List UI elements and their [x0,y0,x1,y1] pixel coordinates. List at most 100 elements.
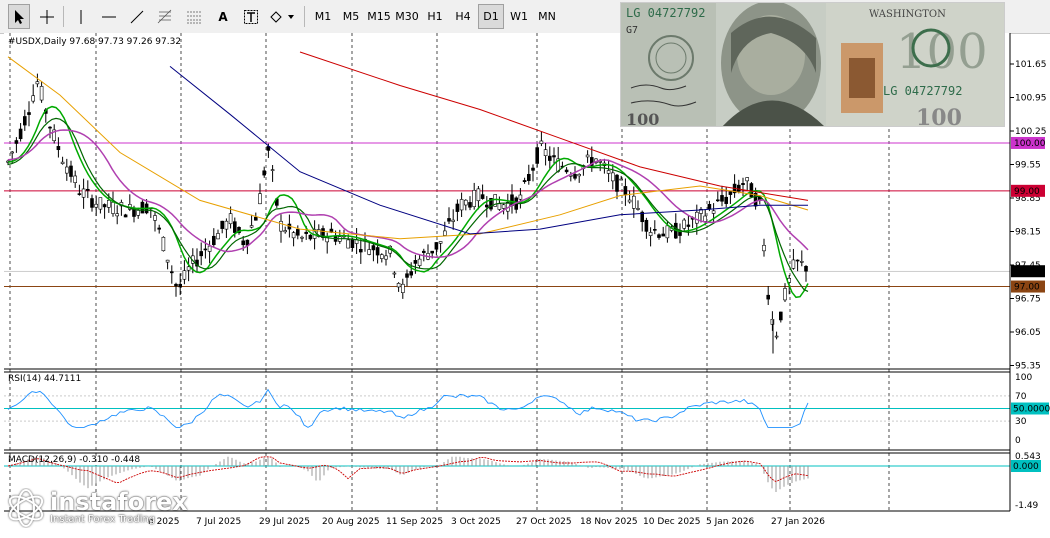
candle-body [212,235,216,246]
vertical-line-icon [80,9,82,24]
candle-body [421,250,426,253]
price-axis-label: 95.35 [1015,362,1041,372]
timeframe-w1-button[interactable]: W1 [506,4,532,29]
text-label-button[interactable] [240,4,262,29]
price-axis-label: 98.15 [1015,228,1041,238]
candle-body [791,259,796,269]
candle-body [501,204,506,209]
candle-body [686,224,691,227]
timeframe-m30-button[interactable]: M30 [394,4,420,29]
candle-body [81,188,86,198]
shapes-dropdown-button[interactable] [268,4,298,29]
price-label-99.00: 99.00 [1014,187,1040,197]
crosshair-tool-button[interactable] [36,4,58,29]
candle-body [577,174,582,177]
candle-body [682,219,687,229]
candle-body [459,199,464,211]
fibonacci-button[interactable] [154,4,176,29]
candle-body [400,283,405,293]
candle-body [279,220,283,232]
horizontal-line-button[interactable] [98,4,120,29]
candle-body [161,236,166,252]
candle-body [615,174,619,192]
date-axis-label: 29 Jul 2025 [259,517,310,527]
candle-body [661,233,666,237]
candle-body [783,288,787,301]
candle-body [518,194,523,200]
candle-body [652,229,657,231]
price-axis-label: 100.95 [1015,94,1047,104]
price-label-100.00: 100.00 [1014,139,1046,149]
candle-body [766,294,771,300]
cursor-tool-button[interactable] [8,4,30,29]
candle-body [291,232,296,239]
candle-body [623,186,628,196]
candle-body [455,203,460,212]
candle-body [644,219,649,232]
candle-body [56,146,61,151]
candle-body [254,216,258,221]
vertical-line-button[interactable] [70,4,92,29]
candle-body [392,272,397,275]
candle-body [736,184,741,192]
candle-body [531,167,535,171]
date-axis-label: 27 Jan 2026 [771,517,825,527]
price-axis-label: 99.55 [1015,161,1041,171]
candle-body [598,161,603,163]
candle-body [14,140,19,144]
candle-body [728,191,733,195]
instaforex-logo-icon [8,489,44,527]
candle-body [543,149,548,157]
price-label-97.00: 97.00 [1014,283,1040,293]
candle-body [463,199,468,206]
price-axis-label: 96.75 [1015,295,1041,305]
timeframe-h1-button[interactable]: H1 [422,4,448,29]
candle-body [619,178,624,181]
banknote-image: LG 04727792 G7 100 WASHINGTON 100 LG 047… [620,2,1005,127]
date-axis-label: 3 Oct 2025 [451,517,501,527]
candle-body [371,245,376,251]
candle-body [207,245,212,252]
macd-axis-label: 0.000 [1013,462,1039,472]
candle-body [375,247,380,256]
macd-label: MACD(12,26,9) -0.310 -0.448 [8,455,140,465]
timeframe-m15-button[interactable]: M15 [366,4,392,29]
timeframe-m1-button[interactable]: M1 [310,4,336,29]
candle-body [430,250,435,254]
timeframe-d1-button[interactable]: D1 [478,4,504,29]
candle-body [720,195,724,202]
candle-body [136,210,140,216]
candle-body [249,225,254,228]
rsi-axis-label: 0 [1015,436,1021,446]
candle-body [186,266,191,271]
candle-body [799,261,804,263]
channel-button[interactable] [183,4,205,29]
price-axis-label: 101.65 [1015,60,1047,70]
timeframe-h4-button[interactable]: H4 [450,4,476,29]
candle-body [48,126,52,129]
rsi-axis-label: 30 [1015,417,1027,427]
candle-body [65,166,69,174]
trendline-button[interactable] [126,4,148,29]
candle-body [741,183,745,185]
rsi-axis-label: 70 [1015,392,1027,402]
brand-name: instaforex [50,488,188,516]
timeframe-mn-button[interactable]: MN [534,4,560,29]
candle-body [434,242,439,250]
timeframe-m5-button[interactable]: M5 [338,4,364,29]
symbol-info: #USDX,Daily 97.68 97.73 97.26 97.32 [8,37,181,47]
candle-body [86,188,90,191]
candle-body [762,244,766,252]
candle-body [442,230,447,236]
candle-body [522,180,527,182]
candle-body [258,193,262,205]
candle-body [350,238,355,249]
text-label-icon [244,9,258,24]
text-tool-button[interactable]: A [212,4,234,29]
candle-body [18,128,23,140]
candle-body [774,335,779,338]
candle-body [396,283,401,288]
candle-body [132,208,136,217]
candle-body [476,188,481,202]
instaforex-logo: instaforex Instant Forex Trading [4,488,188,528]
